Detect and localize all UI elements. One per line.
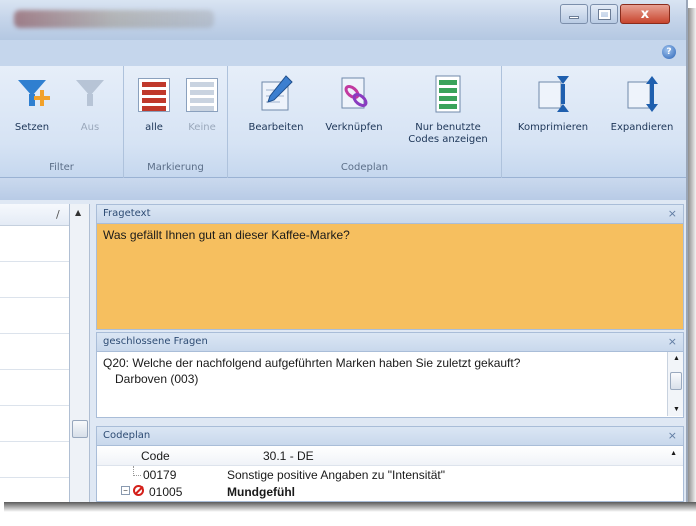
grid-row[interactable] (0, 370, 69, 406)
scroll-thumb[interactable] (670, 372, 682, 390)
content-area: / ▲ Fragetext × Was gefällt Ihnen gut an… (0, 178, 686, 502)
close-icon: x (640, 6, 650, 22)
row-code: 01005 (149, 485, 183, 499)
title-bar[interactable]: x (0, 0, 686, 40)
question-line: Q20: Welche der nachfolgend aufgeführten… (103, 356, 521, 370)
grid-row[interactable] (0, 262, 69, 298)
minimize-icon (569, 15, 579, 19)
close-icon[interactable]: × (668, 207, 677, 220)
nur-benutzte-codes-button[interactable]: Nur benutzte Codes anzeigen (400, 74, 496, 146)
alle-markieren-button[interactable]: alle (130, 74, 178, 134)
left-pane-scrollbar[interactable]: ▲ (70, 204, 90, 502)
grid-row[interactable] (0, 334, 69, 370)
tree-line (133, 466, 141, 476)
fragetext-panel: Fragetext × Was gefällt Ihnen gut an die… (96, 204, 684, 330)
fragetext-title: Fragetext (103, 208, 151, 219)
grid-row[interactable] (0, 406, 69, 442)
expand-toggle-icon[interactable]: − (121, 486, 130, 495)
ribbon-group-expand: Komprimieren Expandieren (502, 66, 686, 178)
collapse-icon (533, 74, 573, 114)
expandieren-label: Expandieren (610, 122, 674, 133)
group-caption-codeplan: Codeplan (340, 162, 389, 173)
nur-benutzte-codes-label: Nur benutzte Codes anzeigen (408, 122, 488, 145)
list-mark-none-icon (182, 74, 222, 114)
tree-row[interactable]: − 01005 Mundgefühl (97, 483, 683, 500)
scroll-down-arrow-icon[interactable]: ▼ (673, 406, 680, 413)
group-caption-markierung: Markierung (147, 162, 204, 173)
close-icon[interactable]: × (668, 335, 677, 348)
group-caption-filter: Filter (49, 162, 74, 173)
ribbon-group-filter: Setzen Aus Filter (0, 66, 124, 178)
geschlossene-fragen-header: geschlossene Fragen × (96, 332, 684, 352)
link-chain-icon (334, 74, 374, 114)
komprimieren-label: Komprimieren (517, 122, 589, 133)
aus-label: Aus (80, 122, 100, 133)
komprimieren-button[interactable]: Komprimieren (508, 74, 598, 134)
funnel-icon (70, 74, 110, 114)
aus-filter-button[interactable]: Aus (64, 74, 116, 134)
fragetext-panel-header: Fragetext × (96, 204, 684, 224)
funnel-add-icon (12, 74, 52, 114)
no-entry-icon (133, 485, 144, 496)
grid-header[interactable]: / (0, 204, 69, 226)
geschlossene-fragen-title: geschlossene Fragen (103, 336, 208, 347)
codeplan-tree[interactable]: Code 30.1 - DE ▲ 00179 Sonstige positive… (96, 446, 684, 502)
keine-markieren-button[interactable]: Keine (178, 74, 226, 134)
maximize-button[interactable] (590, 4, 618, 24)
codeplan-title: Codeplan (103, 430, 151, 441)
geschlossene-fragen-body[interactable]: Q20: Welche der nachfolgend aufgeführten… (96, 352, 684, 418)
scroll-thumb[interactable] (72, 420, 88, 438)
ribbon-group-codeplan: Bearbeiten Verknüpfen Nur benutzte Codes… (228, 66, 502, 178)
help-icon[interactable]: ? (662, 45, 676, 59)
bearbeiten-button[interactable]: Bearbeiten (242, 74, 310, 134)
scroll-up-arrow-icon[interactable]: ▲ (673, 355, 680, 362)
expand-icon (622, 74, 662, 114)
verknuepfen-button[interactable]: Verknüpfen (312, 74, 396, 134)
list-mark-all-icon (134, 74, 174, 114)
geschlossene-fragen-panel: geschlossene Fragen × Q20: Welche der na… (96, 332, 684, 418)
codeplan-panel: Codeplan × Code 30.1 - DE ▲ 00179 Sonsti… (96, 426, 684, 502)
fragetext-body: Was gefällt Ihnen gut an dieser Kaffee-M… (96, 224, 684, 330)
close-window-button[interactable]: x (620, 4, 670, 24)
grid-row[interactable] (0, 298, 69, 334)
ribbon-group-markierung: alle Keine Markierung (124, 66, 228, 178)
scroll-up-arrow-icon[interactable]: ▲ (670, 450, 677, 457)
used-codes-icon (428, 74, 468, 114)
column-description[interactable]: 30.1 - DE (263, 449, 314, 463)
expandieren-button[interactable]: Expandieren (600, 74, 684, 134)
setzen-label: Setzen (14, 122, 50, 133)
grid-row[interactable] (0, 442, 69, 478)
row-code: 00179 (143, 468, 177, 482)
bearbeiten-label: Bearbeiten (248, 122, 304, 133)
column-code[interactable]: Code (141, 449, 170, 463)
grid-row[interactable] (0, 226, 69, 262)
grid-header-glyph: / (56, 208, 60, 221)
edit-pencil-icon (256, 74, 296, 114)
application-window: x ? Setzen Aus Filter alle Keine Markier… (0, 0, 688, 502)
answer-line: Darboven (003) (115, 372, 199, 386)
verknuepfen-label: Verknüpfen (325, 122, 383, 133)
keine-label: Keine (188, 122, 216, 133)
tree-row[interactable]: 00179 Sonstige positive Angaben zu "Inte… (97, 466, 683, 483)
codeplan-panel-header: Codeplan × (96, 426, 684, 446)
left-grid-pane[interactable]: / (0, 204, 70, 502)
geschlossene-scrollbar[interactable]: ▲ ▼ (667, 352, 683, 416)
row-description: Sonstige positive Angaben zu "Intensität… (227, 468, 445, 482)
ribbon: Setzen Aus Filter alle Keine Markierung … (0, 66, 686, 178)
scroll-up-arrow-icon[interactable]: ▲ (75, 208, 81, 217)
ribbon-tab-strip: ? (0, 40, 686, 66)
codeplan-column-header: Code 30.1 - DE ▲ (97, 446, 683, 466)
window-title-blurred (14, 10, 214, 28)
close-icon[interactable]: × (668, 429, 677, 442)
window-shadow (4, 502, 696, 512)
alle-label: alle (145, 122, 163, 133)
sub-toolbar (0, 178, 686, 200)
maximize-icon (597, 8, 611, 20)
minimize-button[interactable] (560, 4, 588, 24)
row-description: Mundgefühl (227, 485, 295, 499)
setzen-filter-button[interactable]: Setzen (4, 74, 60, 134)
window-shadow (688, 8, 696, 506)
